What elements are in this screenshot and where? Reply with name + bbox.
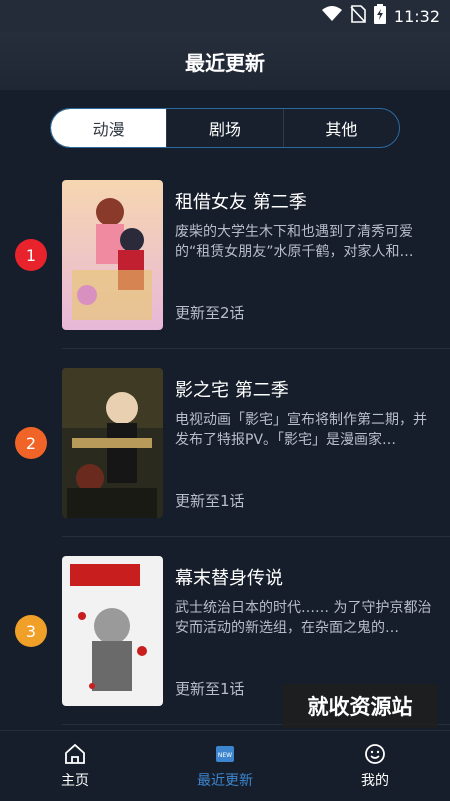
new-icon: NEW: [213, 742, 237, 766]
status-time: 11:32: [393, 6, 440, 26]
item-update-status: 更新至1话: [175, 492, 245, 510]
watermark: 就收资源站: [282, 684, 438, 728]
bottom-nav: 主页 NEW 最近更新 我的: [0, 730, 450, 801]
nav-recent-updates[interactable]: NEW 最近更新: [150, 731, 300, 801]
item-title[interactable]: 租借女友 第二季: [175, 188, 307, 214]
nav-home-label: 主页: [61, 773, 89, 789]
nav-mine-label: 我的: [361, 773, 389, 789]
cover-image[interactable]: [62, 556, 163, 706]
no-sim-icon: [350, 5, 366, 27]
list-item[interactable]: 2 影之宅 第二季 电视动画「影宅」宣布将制作第二期，并发布了特报PV。「影宅」…: [0, 368, 450, 518]
item-description: 电视动画「影宅」宣布将制作第二期，并发布了特报PV。「影宅」是漫画家…: [175, 412, 427, 448]
tab-anime[interactable]: 动漫: [51, 109, 167, 147]
rank-badge: 3: [15, 615, 47, 647]
category-tabs: 动漫 剧场 其他: [50, 108, 400, 148]
item-description: 废柴的大学生木下和也遇到了清秀可爱的“租赁女朋友”水原千鹤，对家人和…: [175, 224, 414, 260]
rank-badge: 1: [15, 239, 47, 271]
header: 最近更新: [0, 32, 450, 90]
rank-badge: 2: [15, 427, 47, 459]
divider: [62, 536, 450, 537]
cover-image[interactable]: [62, 180, 163, 330]
item-title[interactable]: 影之宅 第二季: [175, 376, 289, 402]
tab-other[interactable]: 其他: [282, 109, 399, 147]
page-title: 最近更新: [185, 50, 265, 75]
nav-home[interactable]: 主页: [0, 731, 150, 801]
item-update-status: 更新至1话: [175, 680, 245, 698]
home-icon: [63, 742, 87, 766]
battery-charging-icon: [373, 4, 386, 28]
tab-theater[interactable]: 剧场: [166, 109, 282, 147]
smiley-icon: [363, 742, 387, 766]
list-item[interactable]: 1 租借女友 第二季 废柴的大学生木下和也遇到了清秀可爱的“租赁女朋友”水原千鹤…: [0, 180, 450, 330]
nav-mine[interactable]: 我的: [300, 731, 450, 801]
cover-image[interactable]: [62, 368, 163, 518]
wifi-icon: [321, 6, 342, 26]
item-title[interactable]: 幕末替身传说: [175, 564, 283, 590]
item-update-status: 更新至2话: [175, 304, 245, 322]
item-description: 武士统治日本的时代…… 为了守护京都治安而活动的新选组，在杂面之鬼的…: [175, 600, 432, 636]
svg-text:NEW: NEW: [218, 752, 232, 759]
status-bar: 11:32: [0, 0, 450, 32]
divider: [62, 348, 450, 349]
nav-recent-updates-label: 最近更新: [197, 773, 253, 789]
